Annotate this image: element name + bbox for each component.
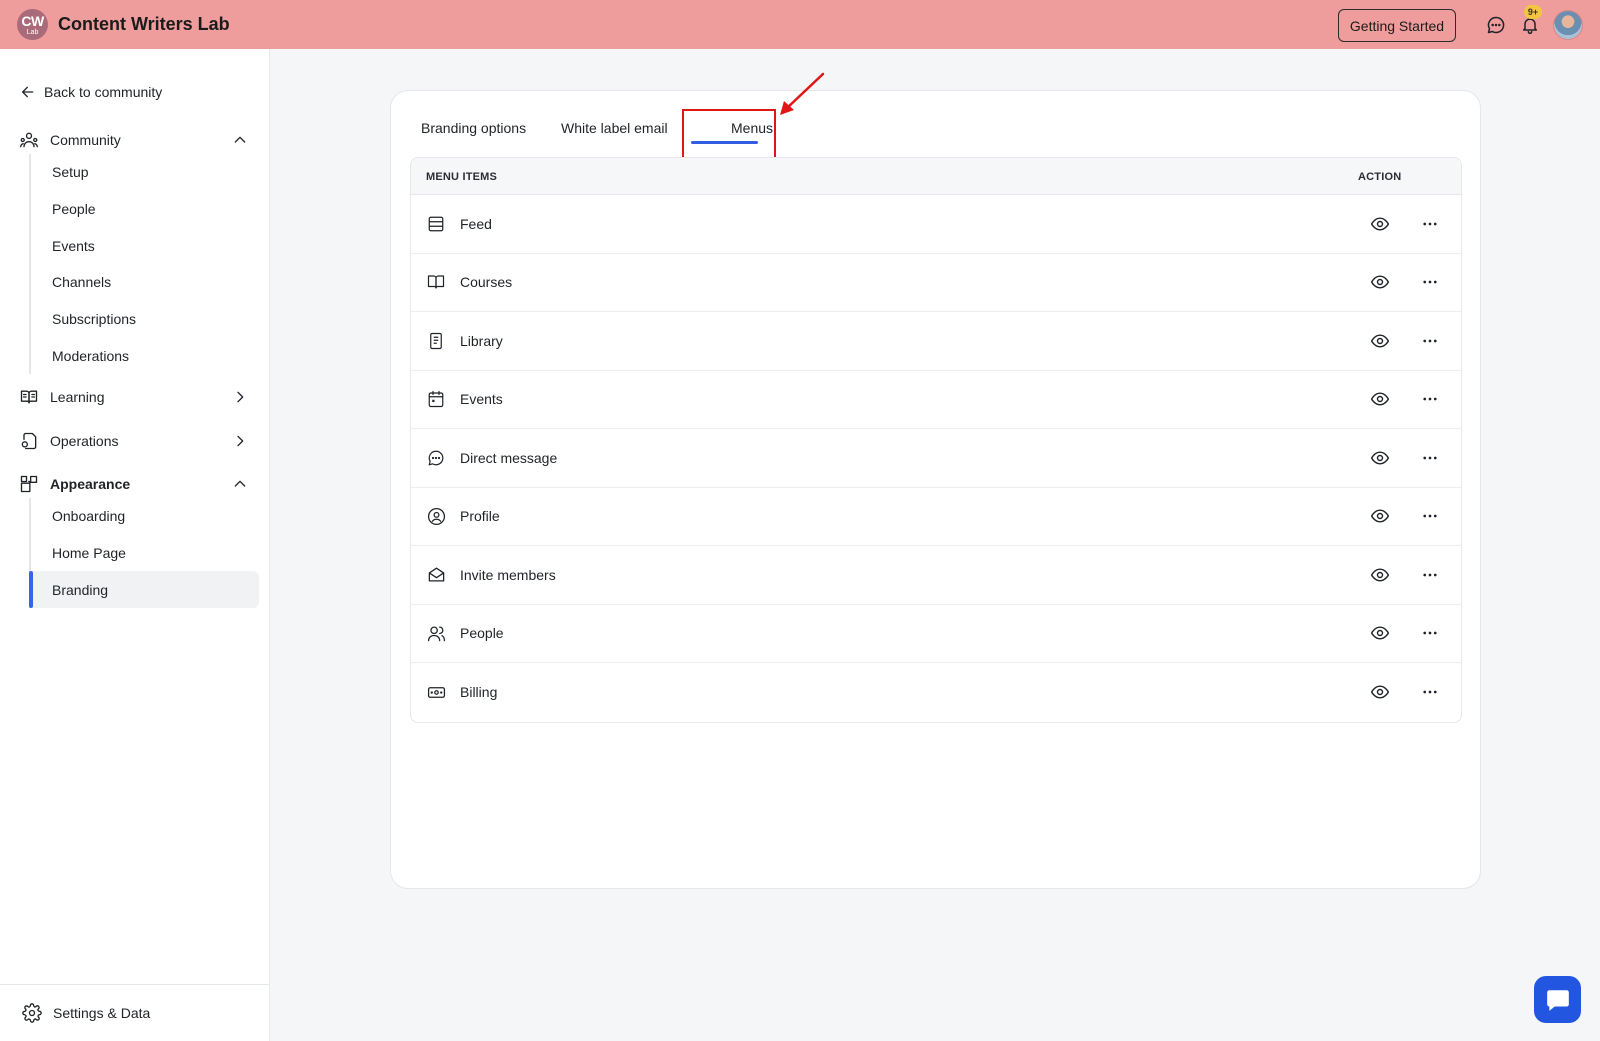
row-label: Profile xyxy=(460,508,500,525)
more-options-icon[interactable] xyxy=(1419,622,1441,644)
sidebar-item-branding[interactable]: Branding xyxy=(29,571,259,609)
book-icon xyxy=(425,271,447,293)
library-icon xyxy=(425,330,447,352)
chat-icon[interactable] xyxy=(1484,13,1508,37)
branding-card: Branding options White label email Menus… xyxy=(390,90,1481,889)
sidebar-section-appearance[interactable]: Appearance xyxy=(18,472,250,496)
table-row[interactable]: Events xyxy=(411,371,1461,429)
community-logo[interactable]: CW Lab xyxy=(17,9,48,40)
arrow-left-icon xyxy=(22,86,34,98)
more-options-icon[interactable] xyxy=(1419,505,1441,527)
row-label: Library xyxy=(460,332,503,349)
menu-items-table: MENU ITEMS ACTION Feed Courses Library E… xyxy=(410,157,1462,723)
row-label: Billing xyxy=(460,684,498,701)
chat-bubble-icon xyxy=(1546,989,1569,1011)
eye-icon[interactable] xyxy=(1369,622,1391,644)
community-title[interactable]: Content Writers Lab xyxy=(58,14,230,35)
more-options-icon[interactable] xyxy=(1419,388,1441,410)
settings-and-data-link[interactable]: Settings & Data xyxy=(0,984,269,1041)
support-chat-button[interactable] xyxy=(1534,976,1581,1023)
tab-white-label-email[interactable]: White label email xyxy=(561,118,668,142)
row-label: Events xyxy=(460,391,503,408)
sidebar-item-onboarding[interactable]: Onboarding xyxy=(31,498,259,535)
learning-book-icon xyxy=(18,386,40,408)
logo-subtext: Lab xyxy=(26,28,39,36)
community-sublist: Setup People Events Channels Subscriptio… xyxy=(29,154,259,375)
sidebar-item-moderations[interactable]: Moderations xyxy=(31,337,259,374)
back-to-community-link[interactable]: Back to community xyxy=(20,84,162,100)
logo-text: CW xyxy=(21,12,44,29)
sidebar-section-learning[interactable]: Learning xyxy=(18,385,250,409)
notification-badge: 9+ xyxy=(1524,5,1542,19)
sidebar: Back to community Community Setup People… xyxy=(0,49,270,1041)
eye-icon[interactable] xyxy=(1369,681,1391,703)
sidebar-section-operations[interactable]: Operations xyxy=(18,429,250,453)
people-icon xyxy=(425,622,447,644)
community-icon xyxy=(18,129,40,151)
eye-icon[interactable] xyxy=(1369,330,1391,352)
sidebar-item-home-page[interactable]: Home Page xyxy=(31,535,259,572)
annotation-highlight-box xyxy=(682,109,776,163)
back-label: Back to community xyxy=(44,84,163,100)
table-row[interactable]: Billing xyxy=(411,663,1461,722)
chevron-up-icon[interactable] xyxy=(230,474,250,494)
top-bar: CW Lab Content Writers Lab Getting Start… xyxy=(0,0,1600,49)
table-row[interactable]: Library xyxy=(411,312,1461,371)
table-row[interactable]: Direct message xyxy=(411,429,1461,488)
getting-started-button[interactable]: Getting Started xyxy=(1338,9,1456,42)
eye-icon[interactable] xyxy=(1369,447,1391,469)
billing-icon xyxy=(425,681,447,703)
table-row[interactable]: Courses xyxy=(411,254,1461,312)
eye-icon[interactable] xyxy=(1369,505,1391,527)
profile-icon xyxy=(425,505,447,527)
more-options-icon[interactable] xyxy=(1419,213,1441,235)
table-row[interactable]: Invite members xyxy=(411,546,1461,605)
envelope-icon xyxy=(425,564,447,586)
chevron-right-icon[interactable] xyxy=(230,431,250,451)
eye-icon[interactable] xyxy=(1369,388,1391,410)
column-header-action: ACTION xyxy=(1358,171,1402,183)
row-label: Direct message xyxy=(460,449,558,466)
operations-icon xyxy=(18,430,40,452)
row-label: Feed xyxy=(460,215,492,232)
eye-icon[interactable] xyxy=(1369,213,1391,235)
sidebar-item-channels[interactable]: Channels xyxy=(31,264,259,301)
gear-icon xyxy=(22,1003,42,1023)
chevron-right-icon[interactable] xyxy=(230,387,250,407)
column-header-menu-items: MENU ITEMS xyxy=(426,171,498,183)
appearance-sublist: Onboarding Home Page Branding xyxy=(29,498,259,609)
sidebar-item-setup[interactable]: Setup xyxy=(31,154,259,191)
row-label: People xyxy=(460,625,504,642)
more-options-icon[interactable] xyxy=(1419,447,1441,469)
sidebar-section-community[interactable]: Community xyxy=(18,128,250,152)
more-options-icon[interactable] xyxy=(1419,330,1441,352)
sidebar-item-people[interactable]: People xyxy=(31,191,259,228)
sidebar-item-subscriptions[interactable]: Subscriptions xyxy=(31,301,259,338)
chevron-up-icon[interactable] xyxy=(230,130,250,150)
row-label: Courses xyxy=(460,274,513,291)
row-label: Invite members xyxy=(460,566,556,583)
table-row[interactable]: Profile xyxy=(411,488,1461,546)
sidebar-section-label: Community xyxy=(50,132,121,148)
annotation-arrow xyxy=(780,72,825,115)
calendar-icon xyxy=(425,388,447,410)
sidebar-section-label: Appearance xyxy=(50,476,131,492)
sidebar-section-label: Operations xyxy=(50,433,119,449)
tab-branding-options[interactable]: Branding options xyxy=(421,118,526,142)
eye-icon[interactable] xyxy=(1369,271,1391,293)
feed-icon xyxy=(425,213,447,235)
more-options-icon[interactable] xyxy=(1419,681,1441,703)
settings-label: Settings & Data xyxy=(53,1005,151,1021)
more-options-icon[interactable] xyxy=(1419,271,1441,293)
appearance-icon xyxy=(18,473,40,495)
message-icon xyxy=(425,447,447,469)
user-avatar[interactable] xyxy=(1553,10,1583,40)
more-options-icon[interactable] xyxy=(1419,564,1441,586)
sidebar-section-label: Learning xyxy=(50,389,105,405)
eye-icon[interactable] xyxy=(1369,564,1391,586)
table-row[interactable]: Feed xyxy=(411,195,1461,254)
sidebar-item-events[interactable]: Events xyxy=(31,227,259,264)
table-row[interactable]: People xyxy=(411,605,1461,663)
table-header: MENU ITEMS ACTION xyxy=(411,158,1461,195)
